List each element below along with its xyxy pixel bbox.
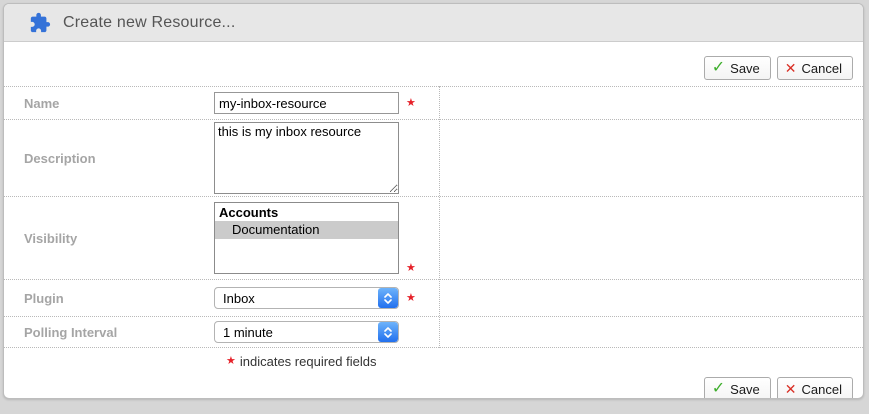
toolbar-top: ✓ Save ✕ Cancel [4,42,863,86]
plugin-select[interactable]: Inbox [214,287,399,309]
check-icon: ✓ [712,382,725,396]
save-button-label: Save [730,382,760,397]
name-input[interactable] [214,92,399,114]
required-note-text: indicates required fields [240,354,377,369]
required-note: ★ indicates required fields [226,353,863,370]
description-textarea[interactable]: this is my inbox resource [214,122,399,194]
form-row-plugin: Plugin Inbox ★ [4,280,863,317]
name-control: ★ [214,92,416,114]
save-button-label: Save [730,61,760,76]
plugin-control: Inbox ★ [214,287,416,309]
form-row-description: Description this is my inbox resource [4,120,863,197]
description-control: this is my inbox resource [214,122,399,194]
chevron-up-down-icon [378,322,398,342]
plugin-select-value: Inbox [215,291,378,306]
visibility-control: Accounts Documentation ★ [214,202,416,274]
required-star: ★ [406,98,416,109]
x-icon: ✕ [785,382,797,396]
page-title: Create new Resource... [63,14,235,32]
panel-header: Create new Resource... [4,4,863,42]
resource-form: Name ★ Description this is my inbox reso… [4,86,863,348]
form-row-name: Name ★ [4,86,863,120]
required-star: ★ [226,356,236,367]
polling-interval-label: Polling Interval [4,325,214,340]
visibility-listbox[interactable]: Accounts Documentation [214,202,399,274]
required-star: ★ [406,293,416,304]
listbox-group-label: Accounts [215,203,398,221]
name-label: Name [4,96,214,111]
cancel-button[interactable]: ✕ Cancel [777,56,853,80]
visibility-label: Visibility [4,231,214,246]
save-button[interactable]: ✓ Save [704,377,771,399]
required-star: ★ [406,263,416,274]
chevron-up-down-icon [378,288,398,308]
description-label: Description [4,151,214,166]
save-button[interactable]: ✓ Save [704,56,771,80]
form-row-polling-interval: Polling Interval 1 minute [4,317,863,348]
plugin-label: Plugin [4,291,214,306]
form-row-visibility: Visibility Accounts Documentation ★ [4,197,863,280]
polling-interval-select[interactable]: 1 minute [214,321,399,343]
create-resource-panel: Create new Resource... ✓ Save ✕ Cancel N… [3,3,864,399]
puzzle-piece-icon [29,12,51,34]
toolbar-bottom: ✓ Save ✕ Cancel [4,372,863,399]
listbox-option-documentation[interactable]: Documentation [215,221,398,239]
cancel-button-label: Cancel [802,61,842,76]
cancel-button-label: Cancel [802,382,842,397]
polling-interval-select-value: 1 minute [215,325,378,340]
polling-interval-control: 1 minute [214,321,399,343]
x-icon: ✕ [785,61,797,75]
cancel-button[interactable]: ✕ Cancel [777,377,853,399]
check-icon: ✓ [712,61,725,75]
